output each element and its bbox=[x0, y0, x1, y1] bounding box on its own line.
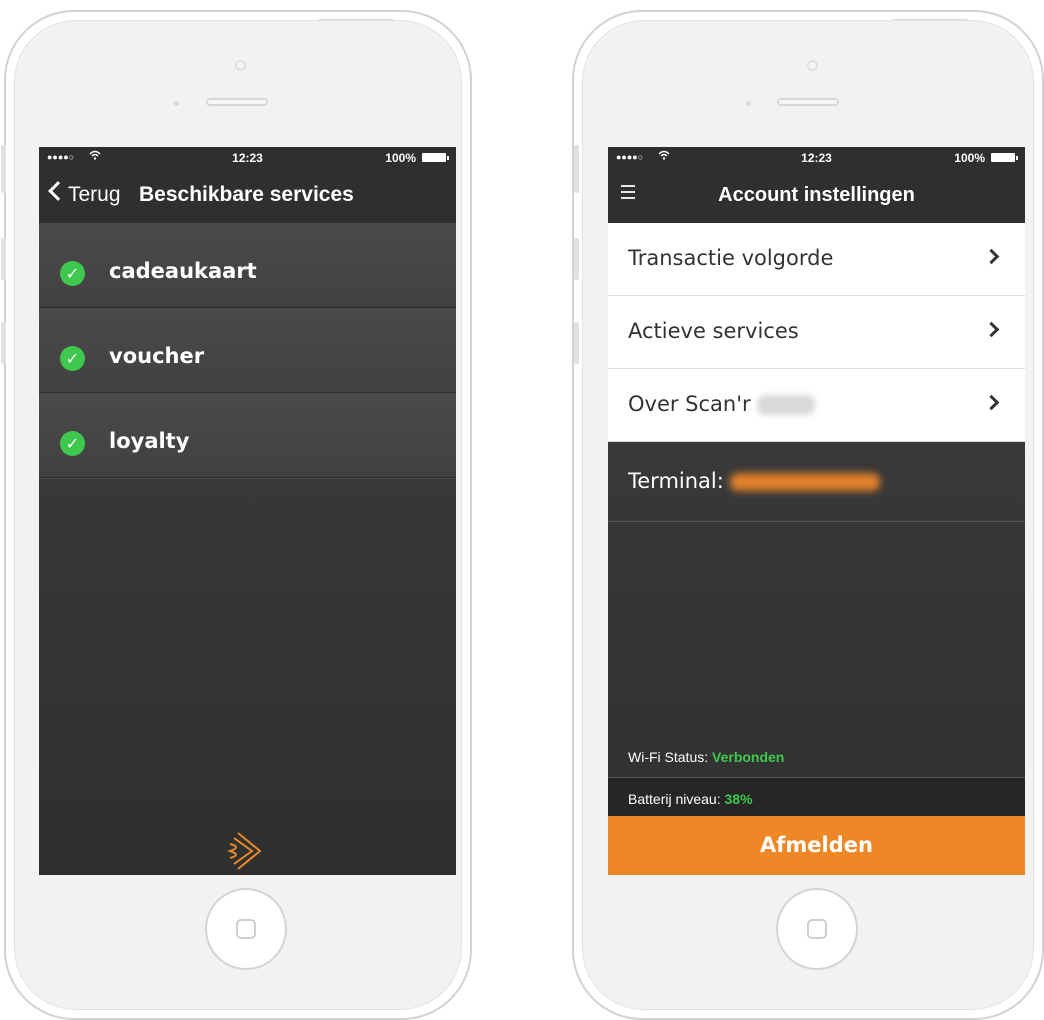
menu-item-label: Actieve services bbox=[628, 319, 799, 343]
home-square-icon bbox=[236, 919, 256, 939]
phone-frame-left: ●●●●○ 12:23 100% Terug Beschikbare servi… bbox=[4, 10, 472, 1020]
status-bar: ●●●●○ 12:23 100% bbox=[39, 147, 456, 169]
menu-item-label: Transactie volgorde bbox=[628, 246, 834, 270]
wifi-status-label: Wi-Fi Status: bbox=[628, 749, 709, 765]
service-label: voucher bbox=[109, 344, 205, 368]
terminal-label-text: Terminal: bbox=[628, 469, 724, 493]
earpiece-speaker bbox=[777, 98, 839, 106]
service-label: loyalty bbox=[109, 429, 190, 453]
volume-down-button bbox=[1, 322, 6, 364]
menu-item-label-text: Over Scan'r bbox=[628, 392, 751, 416]
check-icon: ✓ bbox=[60, 431, 85, 456]
page-title: Beschikbare services bbox=[139, 183, 354, 206]
settings-menu: Transactie volgorde Actieve services Ove… bbox=[608, 223, 1025, 442]
check-icon: ✓ bbox=[60, 346, 85, 371]
front-camera bbox=[807, 60, 818, 71]
home-button[interactable] bbox=[205, 888, 287, 970]
front-camera bbox=[235, 60, 246, 71]
redacted-terminal-name bbox=[729, 473, 880, 491]
battery-percentage: 100% bbox=[385, 151, 416, 165]
terminal-info: Terminal: bbox=[608, 443, 1025, 522]
check-icon: ✓ bbox=[60, 261, 85, 286]
service-label: cadeaukaart bbox=[109, 259, 257, 283]
service-item-cadeaukaart[interactable]: ✓ cadeaukaart bbox=[39, 223, 456, 308]
battery-icon bbox=[991, 153, 1018, 162]
battery-level-text: Batterij niveau: 38% bbox=[628, 791, 753, 807]
navigation-bar: Account instellingen bbox=[608, 169, 1025, 223]
volume-down-button bbox=[574, 322, 579, 364]
phone-frame-right: ●●●●○ 12:23 100% Account instellingen Tr… bbox=[572, 10, 1044, 1020]
chevron-right-icon bbox=[983, 394, 1000, 411]
scanr-logo-icon bbox=[226, 832, 261, 870]
battery-icon bbox=[422, 153, 449, 162]
status-bar: ●●●●○ 12:23 100% bbox=[608, 147, 1025, 169]
volume-up-button bbox=[574, 238, 579, 280]
home-button[interactable] bbox=[776, 888, 858, 970]
logout-button[interactable]: Afmelden bbox=[608, 816, 1025, 875]
mute-switch bbox=[574, 145, 579, 193]
chevron-right-icon bbox=[983, 248, 1000, 265]
mute-switch bbox=[1, 145, 6, 193]
terminal-label: Terminal: bbox=[628, 469, 880, 493]
back-chevron-icon[interactable] bbox=[48, 181, 68, 201]
navigation-bar: Terug Beschikbare services bbox=[39, 169, 456, 223]
battery-level: Batterij niveau: 38% bbox=[608, 778, 1025, 816]
earpiece-speaker bbox=[206, 98, 268, 106]
battery-level-value: 38% bbox=[724, 791, 753, 807]
redacted-version bbox=[756, 395, 815, 415]
home-square-icon bbox=[807, 919, 827, 939]
screen-account-settings: ●●●●○ 12:23 100% Account instellingen Tr… bbox=[608, 147, 1025, 875]
chevron-right-icon bbox=[983, 321, 1000, 338]
battery-level-label: Batterij niveau: bbox=[628, 791, 721, 807]
menu-item-transactie-volgorde[interactable]: Transactie volgorde bbox=[608, 223, 1025, 296]
service-item-loyalty[interactable]: ✓ loyalty bbox=[39, 393, 456, 478]
battery-percentage: 100% bbox=[954, 151, 985, 165]
menu-item-label: Over Scan'r bbox=[628, 392, 815, 416]
menu-item-over-scanr[interactable]: Over Scan'r bbox=[608, 369, 1025, 442]
service-item-voucher[interactable]: ✓ voucher bbox=[39, 308, 456, 393]
wifi-status: Wi-Fi Status: Verbonden bbox=[628, 749, 784, 765]
proximity-sensor bbox=[746, 101, 751, 106]
menu-item-actieve-services[interactable]: Actieve services bbox=[608, 296, 1025, 369]
services-list: ✓ cadeaukaart ✓ voucher ✓ loyalty bbox=[39, 223, 456, 478]
volume-up-button bbox=[1, 238, 6, 280]
page-title: Account instellingen bbox=[718, 184, 915, 206]
wifi-status-value: Verbonden bbox=[712, 749, 785, 765]
back-button[interactable]: Terug bbox=[68, 183, 121, 207]
screen-available-services: ●●●●○ 12:23 100% Terug Beschikbare servi… bbox=[39, 147, 456, 875]
proximity-sensor bbox=[174, 101, 179, 106]
